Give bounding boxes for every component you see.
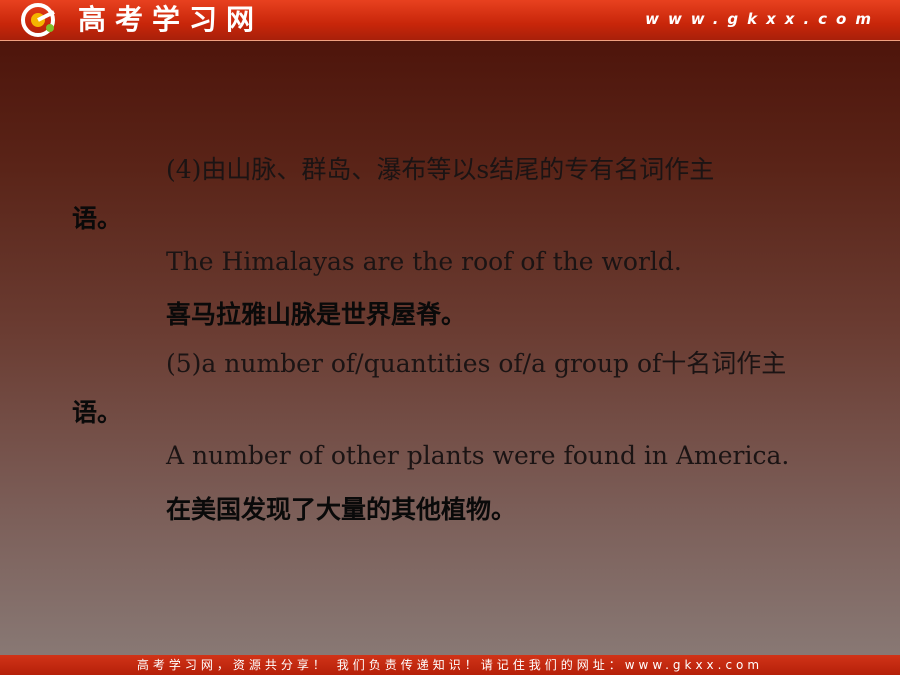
example-sentence-2: A number of other plants were found in A…	[166, 441, 790, 470]
footer-bar: 高考学习网，资源共分享！ 我们负责传递知识！请记住我们的网址：www.gkxx.…	[0, 655, 900, 675]
translation-1: 喜马拉雅山脉是世界屋脊。	[166, 300, 467, 329]
line-4-heading: (4)由山脉、群岛、瀑布等以s结尾的专有名词作主	[166, 155, 715, 184]
example-sentence-1: The Himalayas are the roof of the world.	[166, 247, 682, 276]
line-4-continuation: 语。	[72, 204, 123, 233]
line-5-heading: (5)a number of/quantities of/a group of十…	[166, 349, 787, 378]
line-5-continuation: 语。	[72, 398, 123, 427]
slide-content: (4)由山脉、群岛、瀑布等以s结尾的专有名词作主 语。 The Himalaya…	[0, 0, 900, 675]
translation-2: 在美国发现了大量的其他植物。	[166, 495, 517, 524]
